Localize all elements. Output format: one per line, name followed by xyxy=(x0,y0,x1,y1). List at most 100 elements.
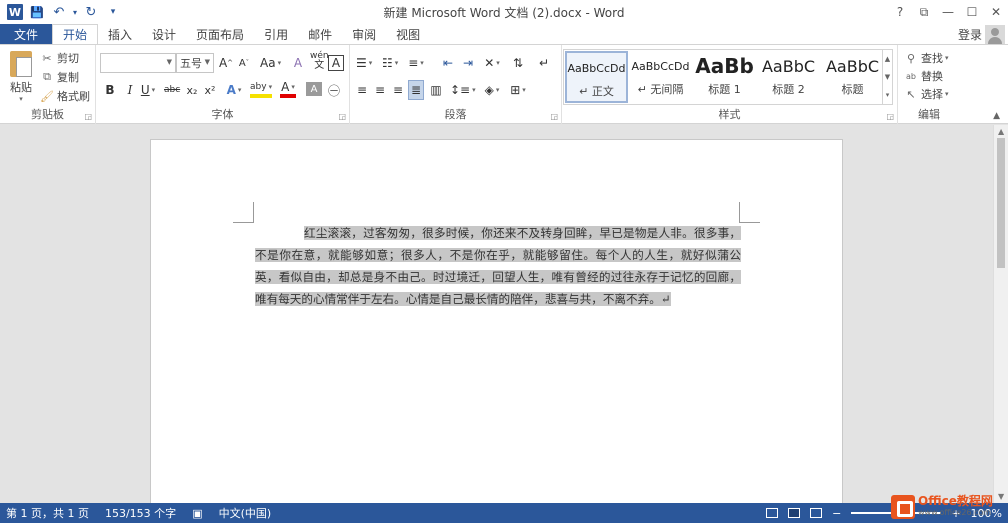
word-count-status[interactable]: 153/153 个字 xyxy=(105,505,176,521)
collapse-ribbon-icon[interactable]: ▲ xyxy=(993,111,1000,121)
text-effects-button[interactable]: A ▾ xyxy=(226,80,242,100)
font-size-combo[interactable]: 五号 ▼ xyxy=(176,53,214,73)
underline-button[interactable]: U ▾ xyxy=(140,80,156,100)
proofing-icon[interactable]: ▣ xyxy=(192,507,202,520)
language-status[interactable]: 中文(中国) xyxy=(219,505,272,521)
read-mode-icon[interactable] xyxy=(766,508,779,518)
tab-view[interactable]: 视图 xyxy=(386,24,430,44)
tab-mailings[interactable]: 邮件 xyxy=(298,24,342,44)
vertical-scrollbar[interactable]: ▲ ▼ xyxy=(993,125,1008,503)
find-button[interactable]: ⚲ 查找 ▾ xyxy=(904,49,949,67)
outdent-icon: ⇤ xyxy=(442,56,454,70)
align-right-button[interactable]: ≡ xyxy=(390,80,406,100)
tab-review[interactable]: 审阅 xyxy=(342,24,386,44)
styles-gallery-scroll[interactable]: ▲ ▼ ▾ xyxy=(882,50,892,104)
page-count-status[interactable]: 第 1 页，共 1 页 xyxy=(6,505,89,521)
minimize-button[interactable]: — xyxy=(936,0,960,24)
document-page[interactable]: 红尘滚滚，过客匆匆，很多时候，你还来不及转身回眸，早已是物是人非。很多事，不是你… xyxy=(150,139,843,503)
close-button[interactable]: ✕ xyxy=(984,0,1008,24)
tab-file[interactable]: 文件 xyxy=(0,24,52,44)
numbering-button[interactable]: ☷ ▾ xyxy=(382,53,398,73)
chevron-down-icon[interactable]: ▼ xyxy=(885,73,890,81)
window-controls: ? ⧉ — ☐ ✕ xyxy=(888,0,1008,24)
undo-dropdown-icon[interactable]: ▾ xyxy=(70,1,80,23)
distributed-button[interactable]: ▥ xyxy=(428,80,444,100)
decrease-indent-button[interactable]: ⇤ xyxy=(440,53,456,73)
copy-button[interactable]: ⧉ 复制 xyxy=(40,68,79,86)
paragraph-launcher-icon[interactable]: ◲ xyxy=(550,112,558,121)
tab-home[interactable]: 开始 xyxy=(52,24,99,44)
document-area[interactable]: 红尘滚滚，过客匆匆，很多时候，你还来不及转身回眸，早已是物是人非。很多事，不是你… xyxy=(0,125,993,503)
selected-text[interactable]: 红尘滚滚，过客匆匆，很多时候，你还来不及转身回眸，早已是物是人非。很多事，不是你… xyxy=(255,226,741,306)
character-shading-button[interactable]: A xyxy=(306,82,322,96)
customize-qat-icon[interactable]: ▾ xyxy=(102,1,124,23)
increase-indent-button[interactable]: ⇥ xyxy=(460,53,476,73)
font-color-button[interactable]: A ▾ xyxy=(280,80,296,98)
style-no-spacing[interactable]: AaBbCcDd ↵ 无间隔 xyxy=(629,51,692,103)
tab-references[interactable]: 引用 xyxy=(254,24,298,44)
show-marks-button[interactable]: ↵ xyxy=(536,53,552,73)
enclose-characters-button[interactable]: ㊀ xyxy=(326,80,342,100)
style-heading-2[interactable]: AaBbC 标题 2 xyxy=(757,51,820,103)
grow-font-button[interactable]: A ^ xyxy=(218,53,234,73)
zoom-out-icon[interactable]: − xyxy=(832,507,841,520)
undo-icon[interactable]: ↶ xyxy=(48,1,70,23)
help-button[interactable]: ? xyxy=(888,0,912,24)
align-left-button[interactable]: ≡ xyxy=(354,80,370,100)
italic-button[interactable]: I xyxy=(122,80,138,100)
cut-button[interactable]: ✂ 剪切 xyxy=(40,49,79,67)
justify-icon: ≣ xyxy=(410,83,422,97)
scroll-up-icon[interactable]: ▲ xyxy=(998,127,1004,136)
scrollbar-thumb[interactable] xyxy=(997,138,1005,268)
word-app-icon[interactable]: W xyxy=(4,1,26,23)
clipboard-group: 粘贴 ▾ ✂ 剪切 ⧉ 复制 🖌 格式刷 剪贴板 ◲ xyxy=(0,45,96,124)
strikethrough-button[interactable]: abc xyxy=(164,80,180,100)
bullets-button[interactable]: ☰ ▾ xyxy=(356,53,372,73)
save-icon[interactable]: 💾 xyxy=(26,1,48,23)
print-layout-icon[interactable] xyxy=(788,508,801,518)
tab-design[interactable]: 设计 xyxy=(142,24,186,44)
subscript-button[interactable]: x₂ xyxy=(184,80,200,100)
clipboard-launcher-icon[interactable]: ◲ xyxy=(84,112,92,121)
align-center-button[interactable]: ≡ xyxy=(372,80,388,100)
line-spacing-button[interactable]: ↕≡ ▾ xyxy=(450,80,476,100)
tab-page-layout[interactable]: 页面布局 xyxy=(186,24,254,44)
sort-button[interactable]: ⇅ xyxy=(510,53,526,73)
highlight-color-button[interactable]: aby ▾ xyxy=(250,80,273,98)
superscript-button[interactable]: x² xyxy=(202,80,218,100)
avatar[interactable] xyxy=(985,25,1005,44)
paste-button[interactable]: 粘贴 ▾ xyxy=(6,49,36,103)
style-heading-1[interactable]: AaBb 标题 1 xyxy=(693,51,756,103)
chevron-up-icon[interactable]: ▲ xyxy=(885,55,890,63)
character-border-button[interactable]: A xyxy=(328,55,344,71)
maximize-button[interactable]: ☐ xyxy=(960,0,984,24)
font-name-combo[interactable]: ▼ xyxy=(100,53,176,73)
justify-button[interactable]: ≣ xyxy=(408,80,424,100)
document-body[interactable]: 红尘滚滚，过客匆匆，很多时候，你还来不及转身回眸，早已是物是人非。很多事，不是你… xyxy=(255,222,741,310)
font-launcher-icon[interactable]: ◲ xyxy=(338,112,346,121)
select-button[interactable]: ↖ 选择 ▾ xyxy=(904,85,948,103)
redo-icon[interactable]: ↻ xyxy=(80,1,102,23)
web-layout-icon[interactable] xyxy=(810,508,823,518)
shrink-font-button[interactable]: Aˇ xyxy=(236,53,252,73)
tab-insert[interactable]: 插入 xyxy=(98,24,142,44)
paragraph-mark-icon: ↵ xyxy=(538,56,550,70)
shading-button[interactable]: ◈ ▾ xyxy=(484,80,500,100)
style-normal[interactable]: AaBbCcDd ↵ 正文 xyxy=(565,51,628,103)
text-boundary-mark xyxy=(233,202,254,223)
styles-launcher-icon[interactable]: ◲ xyxy=(886,112,894,121)
ribbon-display-options-button[interactable]: ⧉ xyxy=(912,0,936,24)
change-case-button[interactable]: Aa ▾ xyxy=(260,53,281,73)
style-title[interactable]: AaBbC 标题 xyxy=(821,51,884,103)
chinese-layout-button[interactable]: ✕ ▾ xyxy=(484,53,500,73)
borders-button[interactable]: ⊞ ▾ xyxy=(510,80,526,100)
phonetic-guide-button[interactable]: wén 文 xyxy=(310,51,329,71)
format-painter-button[interactable]: 🖌 格式刷 xyxy=(40,87,90,105)
replace-button[interactable]: ab 替换 xyxy=(904,67,943,85)
border-icon: ⊞ xyxy=(510,83,521,97)
multilevel-list-button[interactable]: ≡ ▾ xyxy=(408,53,424,73)
bold-button[interactable]: B xyxy=(102,80,118,100)
sign-in-link[interactable]: 登录 xyxy=(958,26,982,43)
clear-formatting-button[interactable]: A xyxy=(290,53,306,73)
more-styles-icon[interactable]: ▾ xyxy=(886,91,890,99)
